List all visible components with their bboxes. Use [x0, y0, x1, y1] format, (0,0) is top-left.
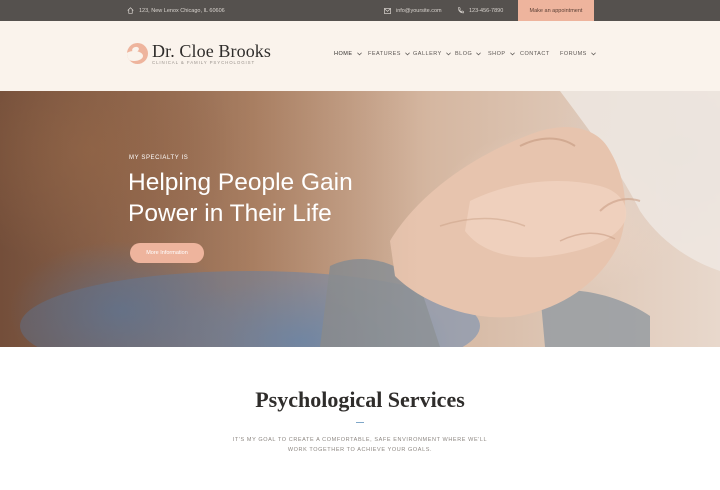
- chevron-down-icon: [476, 52, 482, 56]
- phone-link[interactable]: 123-456-7890: [469, 8, 503, 14]
- envelope-icon: [384, 7, 391, 14]
- address-text: 123, New Lenox Chicago, IL 60606: [139, 7, 225, 14]
- nav-label: GALLERY: [413, 51, 442, 57]
- services-description: IT'S MY GOAL TO CREATE A COMFORTABLE, SA…: [232, 437, 488, 453]
- nav-label: FORUMS: [560, 51, 587, 57]
- nav-item-features[interactable]: FEATURES: [368, 51, 410, 57]
- nav-label: HOME: [334, 51, 353, 57]
- hero-kicker: MY SPECIALTY IS: [129, 155, 189, 161]
- chevron-down-icon: [356, 52, 362, 56]
- hero-banner: MY SPECIALTY IS Helping People Gain Powe…: [0, 91, 720, 347]
- email-info[interactable]: info@yoursite.com: [384, 0, 442, 21]
- nav-label: BLOG: [455, 51, 473, 57]
- nav-item-contact[interactable]: CONTACT: [520, 51, 550, 57]
- nav-item-forums[interactable]: FORUMS: [560, 51, 596, 57]
- chevron-down-icon: [509, 52, 515, 56]
- services-title: Psychological Services: [255, 387, 465, 412]
- main-nav: HOME FEATURES GALLERY BLOG SHOP CONTACT …: [0, 51, 720, 61]
- address-info: 123, New Lenox Chicago, IL 60606: [127, 0, 225, 21]
- nav-label: SHOP: [488, 51, 506, 57]
- nav-item-home[interactable]: HOME: [334, 51, 362, 57]
- email-link[interactable]: info@yoursite.com: [396, 8, 442, 14]
- more-information-button[interactable]: More Information: [130, 243, 204, 263]
- top-bar: 123, New Lenox Chicago, IL 60606 info@yo…: [0, 0, 720, 21]
- nav-label: FEATURES: [368, 51, 401, 57]
- chevron-down-icon: [590, 52, 596, 56]
- section-divider: [356, 422, 364, 423]
- hero-title: Helping People Gain Power in Their Life: [128, 169, 353, 227]
- phone-info[interactable]: 123-456-7890: [457, 0, 503, 21]
- home-icon: [127, 7, 134, 14]
- services-section: Psychological Services IT'S MY GOAL TO C…: [0, 347, 720, 490]
- chevron-down-icon: [405, 52, 410, 56]
- chevron-down-icon: [445, 52, 451, 56]
- make-appointment-button[interactable]: Make an appointment: [518, 0, 594, 21]
- phone-icon: [457, 7, 464, 14]
- nav-label: CONTACT: [520, 51, 550, 57]
- nav-item-gallery[interactable]: GALLERY: [413, 51, 451, 57]
- nav-item-shop[interactable]: SHOP: [488, 51, 515, 57]
- nav-item-blog[interactable]: BLOG: [455, 51, 482, 57]
